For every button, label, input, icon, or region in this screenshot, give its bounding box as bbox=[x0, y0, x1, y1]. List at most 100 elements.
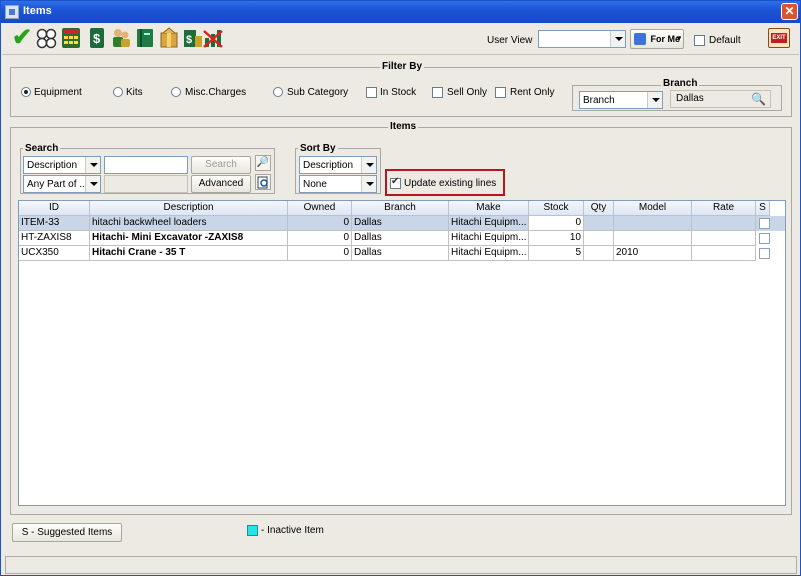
sub-category-label: Sub Category bbox=[287, 87, 349, 98]
cell-make: Hitachi Equipm... bbox=[449, 216, 529, 231]
cell-qty[interactable] bbox=[584, 216, 614, 231]
book-icon[interactable] bbox=[134, 27, 156, 49]
cell-rate[interactable] bbox=[692, 231, 756, 246]
inactive-legend-label: - Inactive Item bbox=[261, 525, 324, 536]
accept-icon[interactable]: ✔ bbox=[12, 26, 34, 50]
col-header-qty[interactable]: Qty bbox=[584, 201, 614, 216]
default-label: Default bbox=[709, 35, 741, 46]
search-button[interactable]: Search bbox=[191, 156, 251, 174]
misc-charges-radio[interactable] bbox=[171, 87, 181, 97]
cell-branch: Dallas bbox=[352, 246, 449, 261]
suggested-checkbox[interactable] bbox=[759, 233, 770, 244]
cell-stock: 10 bbox=[529, 231, 584, 246]
chevron-down-icon[interactable] bbox=[85, 176, 100, 192]
for-me-dropdown-icon[interactable]: ▼ bbox=[675, 34, 683, 43]
sub-category-radio[interactable] bbox=[273, 87, 283, 97]
equipment-radio[interactable] bbox=[21, 87, 31, 97]
status-bar bbox=[5, 556, 797, 574]
cell-model bbox=[614, 231, 692, 246]
kits-icon[interactable] bbox=[36, 27, 58, 49]
secondary-search-field bbox=[104, 175, 188, 193]
table-row[interactable]: UCX350 Hitachi Crane - 35 T 0 Dallas Hit… bbox=[19, 246, 785, 261]
branch-title: Branch bbox=[661, 78, 700, 89]
rent-only-label: Rent Only bbox=[510, 87, 555, 98]
match-select[interactable]: Any Part of ... bbox=[23, 175, 101, 193]
kits-label: Kits bbox=[126, 87, 143, 98]
filter-title: Filter By bbox=[380, 61, 425, 72]
suggested-checkbox[interactable] bbox=[759, 218, 770, 229]
users-icon[interactable] bbox=[110, 27, 132, 49]
exit-icon: EXIT bbox=[771, 33, 787, 43]
sell-only-checkbox[interactable] bbox=[432, 87, 443, 98]
suggested-checkbox[interactable] bbox=[759, 248, 770, 259]
cell-stock: 0 bbox=[529, 216, 584, 231]
cell-model: 2010 bbox=[614, 246, 692, 261]
building-icon[interactable]: $ bbox=[182, 27, 204, 49]
cell-owned: 0 bbox=[288, 246, 352, 261]
update-existing-checkbox[interactable] bbox=[390, 176, 401, 189]
exit-button[interactable]: EXIT bbox=[768, 28, 790, 48]
cell-description: hitachi backwheel loaders bbox=[90, 216, 288, 231]
cell-rate[interactable] bbox=[692, 216, 756, 231]
window-icon bbox=[5, 5, 19, 19]
equipment-label: Equipment bbox=[34, 87, 82, 98]
close-button[interactable]: ✕ bbox=[781, 3, 798, 20]
cell-stock: 5 bbox=[529, 246, 584, 261]
table-row[interactable]: HT-ZAXIS8 Hitachi- Mini Excavator -ZAXIS… bbox=[19, 231, 785, 246]
user-view-select[interactable] bbox=[538, 30, 626, 48]
branch-select[interactable]: Branch bbox=[579, 91, 663, 109]
chevron-down-icon[interactable] bbox=[85, 157, 100, 173]
col-header-s[interactable]: S bbox=[756, 201, 770, 216]
rent-only-checkbox[interactable] bbox=[495, 87, 506, 98]
inactive-swatch bbox=[247, 525, 258, 536]
branch-value-field[interactable]: Dallas 🔍 bbox=[670, 90, 771, 108]
col-header-id[interactable]: ID bbox=[19, 201, 90, 216]
search-title: Search bbox=[23, 143, 61, 154]
items-title: Items bbox=[388, 121, 419, 132]
cell-description: Hitachi- Mini Excavator -ZAXIS8 bbox=[90, 231, 288, 246]
in-stock-label: In Stock bbox=[380, 87, 417, 98]
suggested-items-button[interactable]: S - Suggested Items bbox=[12, 523, 122, 542]
find-icon[interactable]: 🔎 bbox=[255, 155, 271, 171]
col-header-stock[interactable]: Stock bbox=[529, 201, 584, 216]
advanced-search-icon[interactable] bbox=[255, 174, 271, 190]
chevron-down-icon[interactable] bbox=[361, 157, 376, 173]
advanced-button[interactable]: Advanced bbox=[191, 175, 251, 193]
col-header-rate[interactable]: Rate bbox=[692, 201, 756, 216]
col-header-make[interactable]: Make bbox=[449, 201, 529, 216]
col-header-branch[interactable]: Branch bbox=[352, 201, 449, 216]
default-checkbox[interactable] bbox=[694, 35, 705, 46]
cell-id: HT-ZAXIS8 bbox=[19, 231, 90, 246]
chart-icon[interactable] bbox=[202, 27, 224, 49]
chevron-down-icon[interactable] bbox=[361, 176, 376, 192]
col-header-model[interactable]: Model bbox=[614, 201, 692, 216]
chevron-down-icon[interactable] bbox=[647, 92, 662, 108]
search-icon[interactable]: 🔍 bbox=[751, 92, 766, 106]
items-window: Items ✕ ✔ $ $ User View For Me ▼ Default… bbox=[0, 0, 801, 576]
search-field-select[interactable]: Description bbox=[23, 156, 101, 174]
title-bar[interactable]: Items ✕ bbox=[1, 1, 800, 23]
window-title: Items bbox=[23, 5, 52, 17]
sort-secondary-select[interactable]: None bbox=[299, 175, 377, 193]
in-stock-checkbox[interactable] bbox=[366, 87, 377, 98]
package-icon[interactable] bbox=[158, 27, 180, 49]
sort-primary-select[interactable]: Description bbox=[299, 156, 377, 174]
cell-qty[interactable] bbox=[584, 246, 614, 261]
cell-branch: Dallas bbox=[352, 231, 449, 246]
table-row[interactable]: ITEM-33 hitachi backwheel loaders 0 Dall… bbox=[19, 216, 785, 231]
col-header-owned[interactable]: Owned bbox=[288, 201, 352, 216]
cell-qty[interactable] bbox=[584, 231, 614, 246]
kits-radio[interactable] bbox=[113, 87, 123, 97]
search-input[interactable] bbox=[104, 156, 188, 174]
cell-owned: 0 bbox=[288, 216, 352, 231]
sell-only-label: Sell Only bbox=[447, 87, 488, 98]
cell-description: Hitachi Crane - 35 T bbox=[90, 246, 288, 261]
user-view-label: User View bbox=[487, 35, 533, 46]
chevron-down-icon[interactable] bbox=[610, 31, 625, 47]
price-icon[interactable]: $ bbox=[86, 27, 108, 49]
calculator-icon[interactable] bbox=[60, 27, 82, 49]
cell-make: Hitachi Equipm... bbox=[449, 246, 529, 261]
cell-id: UCX350 bbox=[19, 246, 90, 261]
col-header-description[interactable]: Description bbox=[90, 201, 288, 216]
cell-rate[interactable] bbox=[692, 246, 756, 261]
